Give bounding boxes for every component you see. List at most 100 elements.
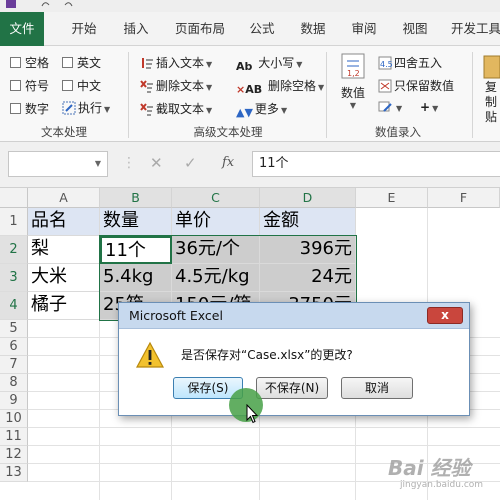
row-header-3[interactable]: 3 xyxy=(0,264,28,292)
table-header-cell[interactable]: 数量 xyxy=(100,208,172,236)
extract-text-button[interactable]: 截取文本 ▼ xyxy=(140,100,212,117)
delete-text-button[interactable]: 删除文本 ▼ xyxy=(140,77,212,94)
tab-insert[interactable]: 插入 xyxy=(116,12,156,46)
table-cell[interactable]: 大米 xyxy=(28,264,100,292)
undo-icon[interactable] xyxy=(40,0,50,8)
row-header-10[interactable]: 10 xyxy=(0,410,28,428)
row-header-1[interactable]: 1 xyxy=(0,208,28,236)
table-header-cell[interactable]: 金额 xyxy=(260,208,356,236)
table-header-cell[interactable]: 单价 xyxy=(172,208,260,236)
tab-review[interactable]: 审阅 xyxy=(346,12,382,46)
select-all-corner[interactable] xyxy=(0,188,28,208)
paint-icon xyxy=(378,101,392,112)
case-button[interactable]: Ab 大小写 ▼ xyxy=(236,54,302,74)
table-cell[interactable]: 橘子 xyxy=(28,292,100,320)
grid-line xyxy=(99,320,100,500)
row-header-13[interactable]: 13 xyxy=(0,464,28,482)
row-header-6[interactable]: 6 xyxy=(0,338,28,356)
checkbox-icon xyxy=(10,103,21,114)
row-header-12[interactable]: 12 xyxy=(0,446,28,464)
more-icon: ▲▼ xyxy=(236,106,253,119)
remove-spaces-icon: ×AB xyxy=(236,83,263,96)
chevron-down-icon: ▼ xyxy=(104,105,111,114)
dialog-title-bar[interactable]: Microsoft Excel x xyxy=(119,303,469,329)
checkbox-english[interactable]: 英文 xyxy=(62,54,101,71)
tab-page-layout[interactable]: 页面布局 xyxy=(167,12,233,46)
execute-button[interactable]: 执行 ▼ xyxy=(62,99,110,116)
title-bar xyxy=(0,0,500,12)
group-divider xyxy=(326,52,327,138)
insert-function-icon[interactable]: fx xyxy=(222,155,234,170)
table-cell[interactable]: 396元 xyxy=(260,236,356,264)
tab-file[interactable]: 文件 xyxy=(0,12,44,46)
row-header-7[interactable]: 7 xyxy=(0,356,28,374)
value-button[interactable]: 1,2 数值 ▼ xyxy=(334,52,372,116)
column-header-e[interactable]: E xyxy=(356,188,428,208)
group-label-advanced: 高级文本处理 xyxy=(193,125,263,139)
add-button[interactable]: + ▼ xyxy=(420,100,438,114)
plus-icon: + xyxy=(420,100,431,114)
formula-controls: ⋮ ✕ ✓ fx xyxy=(122,151,250,177)
active-cell[interactable]: 11个 xyxy=(100,236,172,264)
column-header-f[interactable]: F xyxy=(428,188,500,208)
format-painter-button[interactable]: ▼ xyxy=(378,100,402,114)
tab-view[interactable]: 视图 xyxy=(397,12,433,46)
dialog-title: Microsoft Excel xyxy=(129,308,223,323)
tab-data[interactable]: 数据 xyxy=(295,12,331,46)
row-header-9[interactable]: 9 xyxy=(0,392,28,410)
group-divider xyxy=(128,52,129,138)
close-button[interactable]: x xyxy=(427,307,463,324)
checkbox-chinese[interactable]: 中文 xyxy=(62,77,101,94)
clipboard-icon xyxy=(483,55,500,79)
row-header-5[interactable]: 5 xyxy=(0,320,28,338)
insert-text-button[interactable]: 插入文本 ▼ xyxy=(140,54,212,71)
column-header-c[interactable]: C xyxy=(172,188,260,208)
column-header-d[interactable]: D xyxy=(260,188,356,208)
svg-text:4.5: 4.5 xyxy=(380,60,392,69)
tab-home[interactable]: 开始 xyxy=(64,12,104,46)
mouse-pointer-icon xyxy=(246,404,258,424)
round-button[interactable]: 4.5 四舍五入 xyxy=(378,54,442,71)
cancel-icon[interactable]: ✕ xyxy=(150,154,163,172)
name-box[interactable]: ▼ xyxy=(8,151,108,177)
confirm-icon[interactable]: ✓ xyxy=(184,154,197,172)
more-button[interactable]: ▲▼ 更多 ▼ xyxy=(236,100,287,120)
table-cell[interactable]: 4.5元/kg xyxy=(172,264,260,292)
delete-text-icon xyxy=(140,80,153,93)
table-cell[interactable]: 梨 xyxy=(28,236,100,264)
tab-formulas[interactable]: 公式 xyxy=(244,12,280,46)
remove-spaces-button[interactable]: ×AB 删除空格 ▼ xyxy=(236,77,324,97)
execute-icon xyxy=(62,101,76,115)
table-cell[interactable]: 5.4kg xyxy=(100,264,172,292)
more-dots-icon: ⋮ xyxy=(122,155,136,171)
ribbon-tabs: 文件 开始 插入 页面布局 公式 数据 审阅 视图 开发工具 xyxy=(0,12,500,46)
checkbox-icon xyxy=(10,57,21,68)
checkbox-space[interactable]: 空格 xyxy=(10,54,49,71)
column-header-b[interactable]: B xyxy=(100,188,172,208)
redo-icon[interactable] xyxy=(64,0,74,8)
table-cell[interactable]: 36元/个 xyxy=(172,236,260,264)
tab-developer[interactable]: 开发工具 xyxy=(448,12,500,46)
table-cell[interactable]: 24元 xyxy=(260,264,356,292)
column-header-a[interactable]: A xyxy=(28,188,100,208)
checkbox-number[interactable]: 数字 xyxy=(10,100,49,117)
chevron-down-icon: ▼ xyxy=(396,104,403,113)
cancel-button[interactable]: 取消 xyxy=(341,377,413,399)
copy-paste-button[interactable]: 复制 贴 xyxy=(482,52,500,125)
save-icon[interactable] xyxy=(6,0,16,8)
table-header-cell[interactable]: 品名 xyxy=(28,208,100,236)
checkbox-icon xyxy=(62,57,73,68)
checkbox-icon xyxy=(62,80,73,91)
case-icon: Ab xyxy=(236,60,253,73)
chevron-down-icon: ▼ xyxy=(296,60,303,69)
dont-save-button[interactable]: 不保存(N) xyxy=(256,377,328,399)
keep-values-button[interactable]: 只保留数值 xyxy=(378,77,454,94)
row-header-4[interactable]: 4 xyxy=(0,292,28,320)
ribbon: 空格 英文 符号 中文 数字 执行 ▼ 文本处理 插入文本 ▼ 删除文本 ▼ 截取文本… xyxy=(0,46,500,142)
formula-input[interactable]: 11个 xyxy=(252,151,500,177)
row-header-11[interactable]: 11 xyxy=(0,428,28,446)
chevron-down-icon: ▼ xyxy=(206,106,213,115)
row-header-2[interactable]: 2 xyxy=(0,236,28,264)
checkbox-symbol[interactable]: 符号 xyxy=(10,77,49,94)
row-header-8[interactable]: 8 xyxy=(0,374,28,392)
